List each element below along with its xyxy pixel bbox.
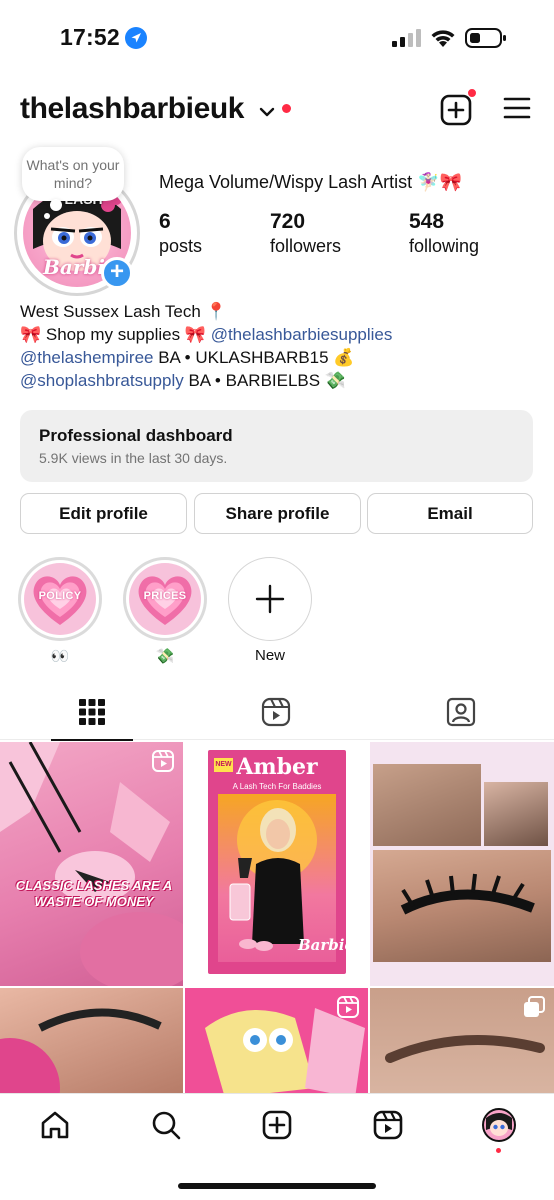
share-profile-button[interactable]: Share profile [194,493,361,534]
highlight-policy[interactable]: POLICY 👀 [18,557,102,665]
avatar-bottom-text: Barbi [43,255,105,279]
tagged-icon [446,697,476,727]
reel-badge-icon [337,996,359,1018]
dashboard-title: Professional dashboard [39,426,233,445]
bio-line-3-text: BA • UKLASHBARB15 💰 [153,348,355,367]
highlight-caption: 👀 [50,647,70,665]
following-stat[interactable]: 548 following [409,210,479,257]
bio-link-empire[interactable]: @thelashempiree [20,348,154,367]
profile-avatar-mini [486,1113,512,1136]
menu-icon[interactable] [503,96,531,120]
followers-stat[interactable]: 720 followers [270,210,341,257]
email-button[interactable]: Email [367,493,533,534]
create-nav-icon[interactable] [261,1109,293,1141]
search-icon[interactable] [150,1109,182,1141]
reels-nav-icon[interactable] [372,1109,404,1141]
notes-bubble-text: What's on your mind? [26,157,120,191]
create-notification-dot [467,88,477,98]
bio-line-4: @shoplashbratsupply BA • BARBIELBS 💸 [20,369,540,392]
following-count: 548 [409,210,445,233]
doll-box: NEW Amber A Lash Tech For Baddies Barbie [208,750,354,974]
add-story-button[interactable]: + [101,257,133,289]
highlight-ring: PRICES [123,557,207,641]
bio-line-2: 🎀 Shop my supplies 🎀 @thelashbarbiesuppl… [20,323,540,346]
active-tab-indicator [51,739,133,741]
home-indicator [178,1183,376,1189]
bio-link-supplies[interactable]: @thelashbarbiesupplies [211,325,393,344]
highlight-cover-text: PRICES [143,590,187,602]
profile-header: thelashbarbieuk [0,86,554,132]
bio-line-1: West Sussex Lash Tech 📍 [20,302,227,321]
posts-label: posts [159,236,203,256]
doll-name: Amber [236,754,318,780]
bio-line-2-text: 🎀 Shop my supplies 🎀 [20,325,211,344]
reel-badge-icon [152,750,174,772]
following-label: following [409,236,480,256]
bubble-tail-small [44,213,50,219]
bio-line-3: @thelashempiree BA • UKLASHBARB15 💰 [20,346,540,369]
status-time: 17:52 [60,24,120,50]
lash-closeup [400,873,535,915]
highlight-cover: POLICY [24,563,96,635]
lash-photo-2 [484,782,548,846]
tab-tagged[interactable] [368,690,552,740]
bio-link-lashbrat[interactable]: @shoplashbratsupply [20,371,184,390]
followers-label: followers [270,236,342,256]
post-tile[interactable] [370,742,554,986]
tab-grid[interactable] [0,690,184,741]
lash-photo-1 [373,764,481,846]
notes-bubble[interactable]: What's on your mind? [22,147,124,219]
carousel-badge-icon [524,996,545,1017]
profile-notification-dot [496,1148,501,1153]
chevron-down-icon[interactable] [259,106,275,118]
post-4-image [0,1008,162,1094]
account-notification-dot [282,104,291,113]
plus-icon [255,584,285,614]
bio-line-4-text: BA • BARBIELBS 💸 [183,371,346,390]
grid-icon [79,699,105,725]
bio: West Sussex Lash Tech 📍 🎀 Shop my suppli… [20,300,540,392]
post-tile[interactable] [0,988,183,1094]
reels-icon [261,697,291,727]
doll-brand: Barbie [298,936,355,954]
highlight-cover-text: POLICY [38,590,82,602]
highlight-caption: New [254,647,285,664]
new-highlight-ring [228,557,312,641]
profile-nav-avatar[interactable] [482,1108,516,1142]
highlight-cover: PRICES [129,563,201,635]
bubble-tail [50,199,62,211]
highlight-caption: 💸 [155,647,175,665]
create-button[interactable] [440,88,477,126]
status-bar: 17:52 [0,0,554,74]
tab-reels[interactable] [184,690,368,740]
post-1-image [0,742,183,986]
post-tile[interactable] [370,988,554,1094]
dashboard-subtitle: 5.9K views in the last 30 days. [39,450,228,466]
new-highlight-button[interactable]: New [228,557,312,664]
create-icon [440,94,472,126]
profile-tabs [0,690,554,741]
followers-count: 720 [270,210,306,233]
wifi-icon [431,30,455,47]
doll-subtitle: A Lash Tech For Baddies [232,782,322,791]
professional-dashboard[interactable]: Professional dashboard 5.9K views in the… [20,410,533,482]
display-name: Mega Volume/Wispy Lash Artist 🧚🏻‍♀️🎀 [159,172,462,192]
post-tile[interactable]: NEW Amber A Lash Tech For Baddies Barbie [185,742,368,986]
location-arrow-icon [125,27,147,49]
edit-profile-button[interactable]: Edit profile [20,493,187,534]
lash-photo-3 [373,850,551,962]
highlight-prices[interactable]: PRICES 💸 [123,557,207,665]
posts-grid: CLASSIC LASHES ARE A WASTE OF MONEY NEW … [0,742,554,1094]
signal-icon [392,29,421,47]
battery-icon [465,28,506,48]
posts-stat[interactable]: 6 posts [159,210,202,257]
post-tile[interactable]: CLASSIC LASHES ARE A WASTE OF MONEY [0,742,183,986]
post-tile[interactable] [185,988,368,1094]
post-1-overlay-text: CLASSIC LASHES ARE A WASTE OF MONEY [15,878,173,909]
home-icon[interactable] [39,1109,71,1141]
highlight-ring: POLICY [18,557,102,641]
posts-count: 6 [159,210,171,233]
username-switcher[interactable]: thelashbarbieuk [20,92,244,126]
